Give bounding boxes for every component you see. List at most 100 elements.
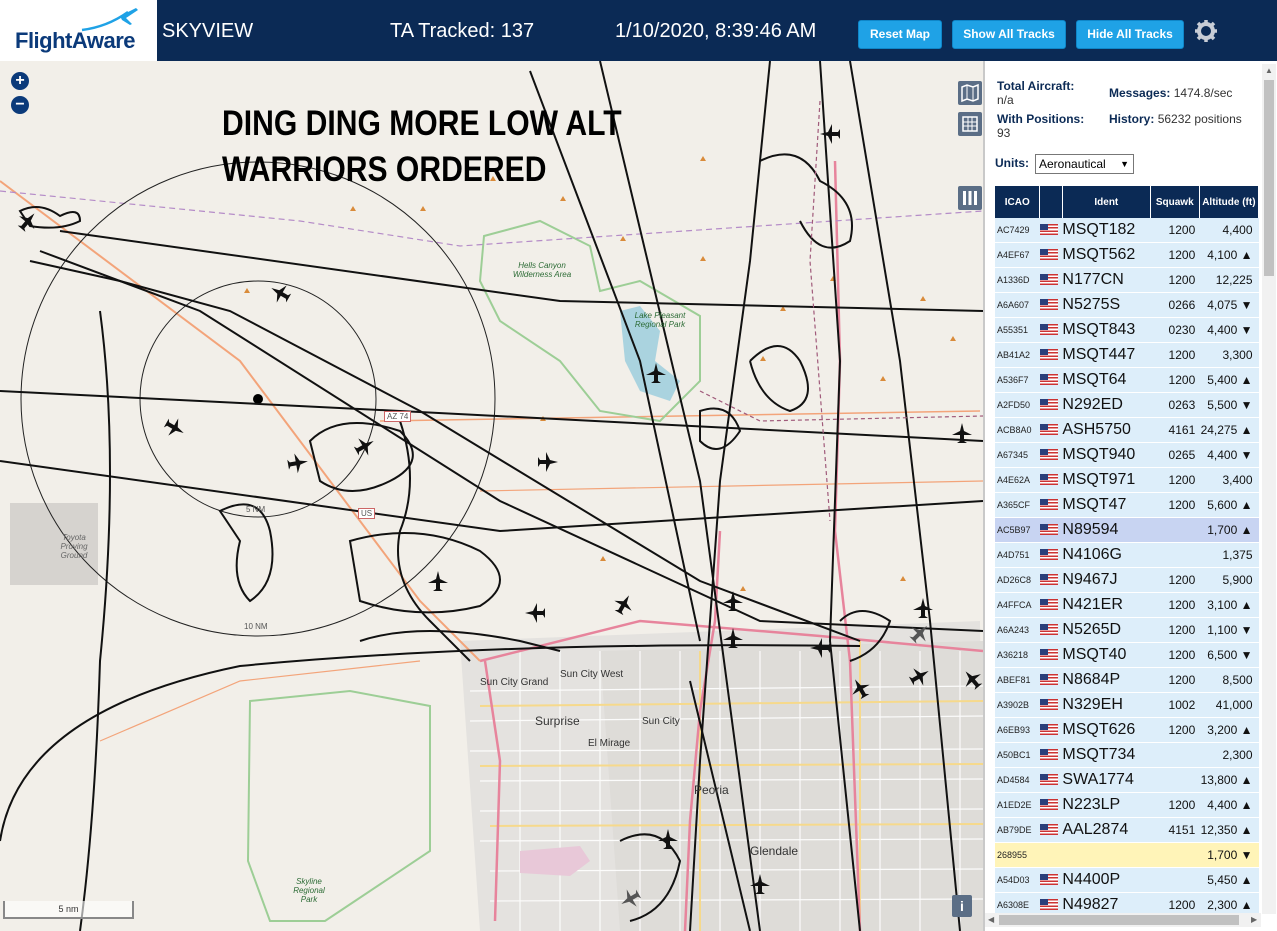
cell-ident: N177CN (1062, 267, 1151, 293)
us-flag-icon (1039, 449, 1058, 461)
cell-flag (1039, 267, 1063, 293)
col-flag[interactable] (1039, 186, 1063, 218)
hide-all-tracks-button[interactable]: Hide All Tracks (1076, 20, 1184, 49)
cell-flag (1039, 842, 1063, 868)
stat-total-aircraft: Total Aircraft: n/a (997, 79, 1075, 107)
col-icao[interactable]: ICAO (995, 186, 1041, 218)
cell-ident: MSQT843 (1062, 317, 1151, 343)
table-row[interactable]: A67345 MSQT940 0265 4,400 ▼ (995, 442, 1259, 468)
map-layers-icon[interactable] (958, 81, 982, 105)
scroll-thumb[interactable] (1264, 80, 1274, 276)
table-row[interactable]: A4D751 N4106G 1,375 (995, 542, 1259, 568)
reset-map-button[interactable]: Reset Map (858, 20, 942, 49)
table-row[interactable]: A54D03 N4400P 5,450 ▲ (995, 867, 1259, 893)
us-flag-icon (1039, 499, 1058, 511)
cell-squawk: 1200 (1150, 792, 1200, 818)
cell-ident: MSQT626 (1062, 717, 1151, 743)
show-all-tracks-button[interactable]: Show All Tracks (952, 20, 1066, 49)
scroll-thumb-h[interactable] (999, 915, 1239, 925)
gear-icon[interactable] (1194, 19, 1218, 43)
cell-ident: N4400P (1062, 867, 1151, 893)
table-row[interactable]: AC5B97 N89594 1,700 ▲ (995, 517, 1259, 543)
cell-flag (1039, 342, 1063, 368)
cell-flag (1039, 392, 1063, 418)
us-flag-icon (1039, 349, 1058, 361)
cell-altitude: 3,200 ▲ (1199, 717, 1259, 743)
table-row[interactable]: ACB8A0 ASH5750 4161 24,275 ▲ (995, 417, 1259, 443)
table-row[interactable]: A6A243 N5265D 1200 1,100 ▼ (995, 617, 1259, 643)
table-row[interactable]: A3902B N329EH 1002 41,000 (995, 692, 1259, 718)
table-row[interactable]: A36218 MSQT40 1200 6,500 ▼ (995, 642, 1259, 668)
col-squawk[interactable]: Squawk (1150, 186, 1200, 218)
map-canvas[interactable]: + − DING DING MORE LOW ALT WARRIORS ORDE… (0, 61, 983, 931)
cell-squawk (1150, 517, 1200, 543)
cell-ident: AAL2874 (1062, 817, 1151, 843)
table-row[interactable]: 268955 1,700 ▼ (995, 842, 1259, 868)
cell-icao: A36218 (995, 642, 1040, 668)
cell-ident: N89594 (1062, 517, 1151, 543)
table-row[interactable]: A55351 MSQT843 0230 4,400 ▼ (995, 317, 1259, 343)
cell-ident: N9467J (1062, 567, 1151, 593)
table-row[interactable]: A6A607 N5275S 0266 4,075 ▼ (995, 292, 1259, 318)
table-row[interactable]: A4FFCA N421ER 1200 3,100 ▲ (995, 592, 1259, 618)
cell-squawk: 0266 (1150, 292, 1200, 318)
scroll-right-icon[interactable]: ▶ (1251, 915, 1257, 924)
table-row[interactable]: ABEF81 N8684P 1200 8,500 (995, 667, 1259, 693)
flightaware-logo[interactable]: FlightAware (0, 0, 157, 61)
cell-icao: AD4584 (995, 767, 1040, 793)
cell-squawk: 1200 (1150, 218, 1200, 243)
columns-toggle-icon[interactable] (958, 186, 982, 210)
cell-flag (1039, 717, 1063, 743)
cell-altitude: 24,275 ▲ (1199, 417, 1259, 443)
table-row[interactable]: A6EB93 MSQT626 1200 3,200 ▲ (995, 717, 1259, 743)
horizontal-scrollbar[interactable]: ◀ ▶ (985, 913, 1261, 927)
us-flag-icon (1039, 274, 1058, 286)
table-row[interactable]: AC7429 MSQT182 1200 4,400 (995, 218, 1259, 243)
cell-squawk: 1200 (1150, 667, 1200, 693)
table-row[interactable]: AD4584 SWA1774 13,800 ▲ (995, 767, 1259, 793)
label-az74: AZ 74 (384, 411, 412, 422)
cell-altitude: 1,700 ▲ (1199, 517, 1259, 543)
info-icon[interactable]: i (952, 895, 972, 917)
cell-ident: N292ED (1062, 392, 1151, 418)
table-row[interactable]: A50BC1 MSQT734 2,300 (995, 742, 1259, 768)
table-row[interactable]: A365CF MSQT47 1200 5,600 ▲ (995, 492, 1259, 518)
aircraft-sidebar: Total Aircraft: n/a With Positions: 93 Mes… (983, 61, 1277, 931)
cell-ident: MSQT447 (1062, 342, 1151, 368)
us-flag-icon (1039, 524, 1058, 536)
scroll-up-icon[interactable]: ▲ (1265, 66, 1273, 75)
us-flag-icon (1039, 424, 1058, 436)
col-altitude[interactable]: Altitude (ft) (1199, 186, 1260, 218)
vertical-scrollbar[interactable]: ▲ (1262, 64, 1276, 914)
table-row[interactable]: A2FD50 N292ED 0263 5,500 ▼ (995, 392, 1259, 418)
table-row[interactable]: AB41A2 MSQT447 1200 3,300 (995, 342, 1259, 368)
us-flag-icon (1039, 324, 1058, 336)
scroll-left-icon[interactable]: ◀ (988, 915, 994, 924)
cell-icao: A54D03 (995, 867, 1040, 893)
table-row[interactable]: A4EF67 MSQT562 1200 4,100 ▲ (995, 242, 1259, 268)
cell-altitude: 1,375 (1199, 542, 1259, 568)
app-title: SKYVIEW (162, 20, 254, 42)
zoom-out-button[interactable]: − (11, 96, 29, 114)
zoom-in-button[interactable]: + (11, 72, 29, 90)
units-select[interactable]: Aeronautical ▼ (1035, 154, 1134, 174)
cell-altitude: 4,400 ▲ (1199, 792, 1259, 818)
aircraft-table: ICAO Ident Squawk Altitude (ft) AC7429 MS… (995, 186, 1260, 918)
table-row[interactable]: A1336D N177CN 1200 12,225 (995, 267, 1259, 293)
table-row[interactable]: AB79DE AAL2874 4151 12,350 ▲ (995, 817, 1259, 843)
cell-squawk: 0230 (1150, 317, 1200, 343)
grid-toggle-icon[interactable] (958, 112, 982, 136)
us-flag-icon (1039, 749, 1058, 761)
cell-ident (1062, 842, 1151, 868)
cell-flag (1039, 767, 1063, 793)
table-row[interactable]: A536F7 MSQT64 1200 5,400 ▲ (995, 367, 1259, 393)
banner-line-2: WARRIORS ORDERED (222, 150, 547, 189)
banner-line-1: DING DING MORE LOW ALT (222, 104, 622, 143)
cell-ident: MSQT182 (1062, 218, 1151, 243)
cell-ident: N5265D (1062, 617, 1151, 643)
table-row[interactable]: A4E62A MSQT971 1200 3,400 (995, 467, 1259, 493)
us-flag-icon (1039, 474, 1058, 486)
table-row[interactable]: AD26C8 N9467J 1200 5,900 (995, 567, 1259, 593)
col-ident[interactable]: Ident (1062, 186, 1151, 218)
table-row[interactable]: A1ED2E N223LP 1200 4,400 ▲ (995, 792, 1259, 818)
